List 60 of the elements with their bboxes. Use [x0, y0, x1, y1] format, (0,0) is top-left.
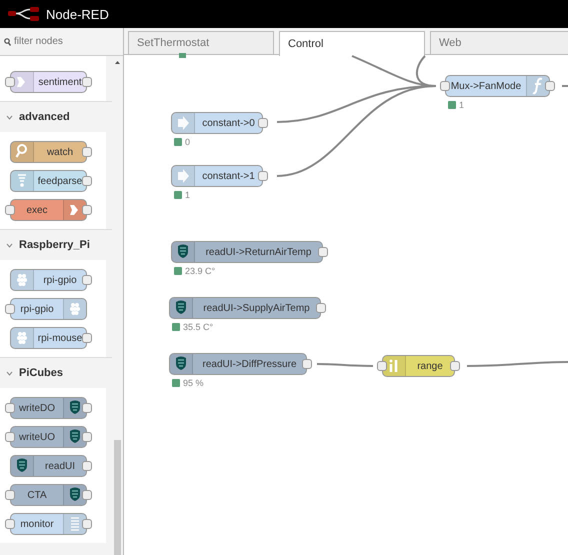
flow-node[interactable]: range — [382, 355, 455, 377]
flow-node[interactable]: writeDO — [10, 397, 87, 419]
flow-node[interactable]: Mux->FanMode — [445, 75, 550, 97]
output-port[interactable] — [316, 303, 326, 313]
flow-node[interactable]: constant->0 — [171, 112, 263, 134]
app-title: Node-RED — [46, 6, 109, 22]
flow-node[interactable]: exec — [10, 199, 87, 221]
output-port[interactable] — [82, 205, 92, 215]
flow-node[interactable]: constant->1 — [171, 165, 263, 187]
input-port[interactable] — [5, 205, 15, 215]
input-port[interactable] — [377, 361, 387, 371]
status-text: 1 — [185, 190, 190, 200]
input-port[interactable] — [5, 519, 15, 529]
input-port[interactable] — [5, 77, 15, 87]
input-port[interactable] — [5, 490, 15, 500]
flow-node[interactable]: writeUO — [10, 426, 87, 448]
flow-node[interactable]: CTA — [10, 484, 87, 506]
output-port[interactable] — [82, 519, 92, 529]
flow-node[interactable]: readUI->DiffPressure — [169, 353, 307, 375]
flow-node[interactable]: rpi-mouse — [10, 327, 87, 349]
flow-tab[interactable]: Web — [430, 31, 568, 54]
input-port[interactable] — [5, 432, 15, 442]
flow-node[interactable]: monitor — [10, 513, 87, 535]
output-port[interactable] — [82, 432, 92, 442]
output-port[interactable] — [82, 147, 92, 157]
output-port[interactable] — [258, 171, 268, 181]
flow-node[interactable]: rpi-gpio — [10, 298, 87, 320]
search-icon — [4, 38, 11, 46]
flow-node[interactable]: rpi-gpio — [10, 269, 87, 291]
logo-icon — [8, 7, 40, 21]
output-port[interactable] — [82, 490, 92, 500]
output-port[interactable] — [302, 359, 312, 369]
output-port[interactable] — [82, 403, 92, 413]
flow-node[interactable]: watch — [10, 141, 87, 163]
flow-node[interactable]: feedparse — [10, 170, 87, 192]
flow-tab[interactable]: Control — [279, 31, 425, 56]
output-port[interactable] — [318, 247, 328, 257]
status-text: 95 % — [183, 378, 204, 388]
flow-node[interactable]: readUI — [10, 455, 87, 477]
status-text: 23.9 C° — [185, 266, 216, 276]
output-port[interactable] — [82, 275, 92, 285]
output-port[interactable] — [82, 176, 92, 186]
output-port[interactable] — [82, 461, 92, 471]
input-port[interactable] — [440, 81, 450, 91]
wire — [562, 85, 568, 87]
output-port[interactable] — [450, 361, 460, 371]
output-port[interactable] — [82, 77, 92, 87]
input-port[interactable] — [5, 304, 15, 314]
output-port[interactable] — [258, 118, 268, 128]
flow-node[interactable]: sentiment — [10, 71, 87, 93]
output-port[interactable] — [82, 333, 92, 343]
input-port[interactable] — [5, 403, 15, 413]
wire — [317, 363, 373, 367]
flow-tab[interactable]: SetThermostat — [128, 31, 274, 54]
output-port[interactable] — [545, 81, 555, 91]
status-text: 0 — [185, 137, 190, 147]
flow-node[interactable]: readUI->SupplyAirTemp — [169, 297, 321, 319]
flow-node[interactable]: readUI->ReturnAirTemp — [171, 241, 323, 263]
status-text: 1 — [459, 100, 464, 110]
status-text: 35.5 C° — [183, 322, 214, 332]
